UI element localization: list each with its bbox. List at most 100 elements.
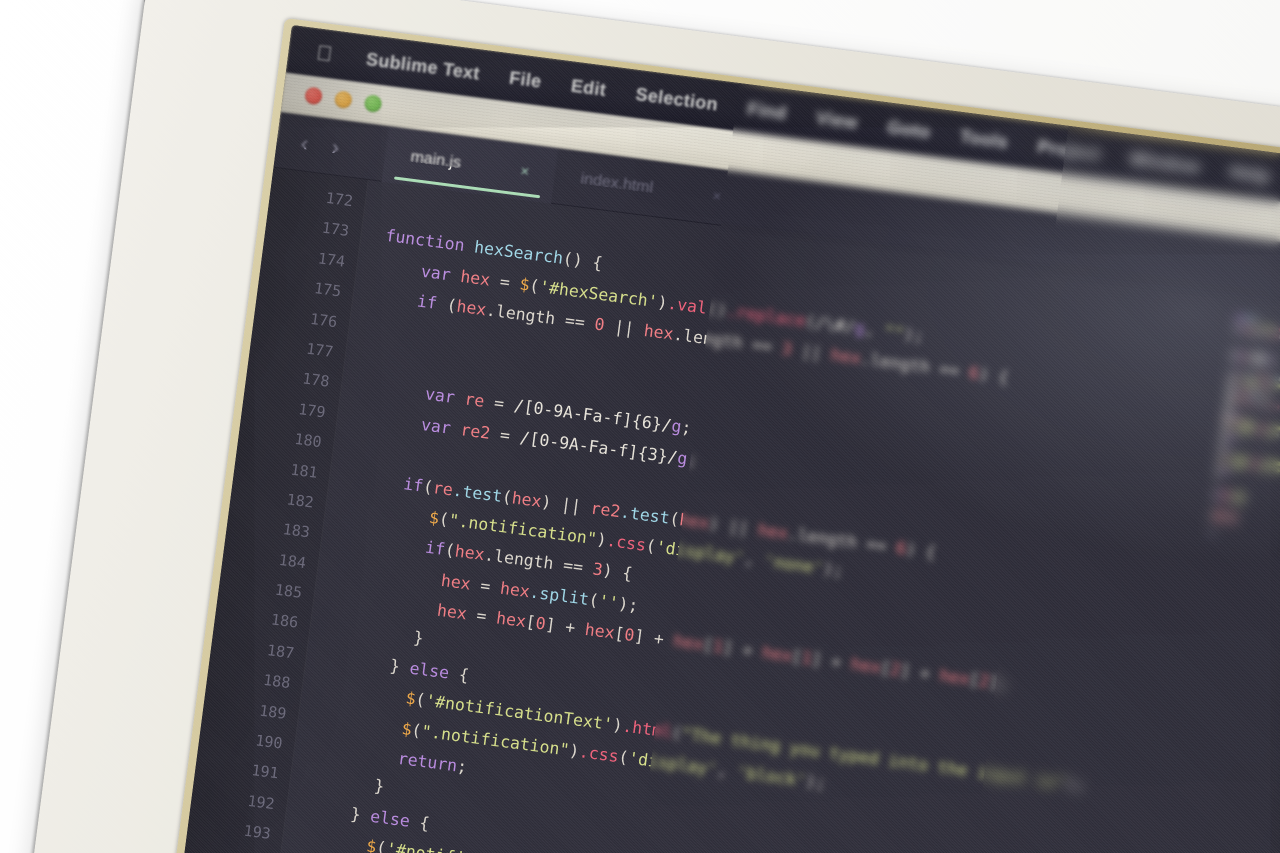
code-token: + (820, 650, 853, 674)
code-token: 'none' (762, 551, 825, 578)
code-token: = (469, 574, 502, 598)
code-token: .val (666, 293, 709, 318)
code-token: .length (786, 523, 859, 552)
code-token: hex (829, 345, 862, 369)
code-token: + (908, 662, 942, 685)
code-token: } (333, 618, 425, 649)
menu-goto[interactable]: Goto (886, 116, 931, 142)
code-token: hex (757, 519, 790, 543)
code-token: ; (680, 417, 693, 439)
code-token: ) { (977, 364, 1010, 388)
code-token: return (396, 748, 459, 776)
code-token: == (741, 333, 784, 358)
code-token: ) { (601, 560, 634, 584)
code-token: + (642, 627, 675, 651)
code-token: () (705, 298, 728, 321)
nav-back-icon[interactable]: ‹ (299, 130, 309, 157)
code-token: { (447, 663, 471, 685)
menu-selection[interactable]: Selection (634, 83, 720, 114)
menu-project[interactable]: Project (1036, 136, 1101, 165)
close-icon[interactable]: × (711, 188, 722, 206)
code-token: .length (672, 324, 744, 353)
code-token: .length (859, 349, 931, 378)
code-token: hex (435, 600, 468, 624)
code-token: .replace (725, 301, 807, 331)
code-token: re2 (459, 419, 492, 443)
code-token: || (603, 315, 646, 340)
code-token: = (488, 270, 521, 294)
menu-help[interactable]: Help (1228, 161, 1271, 187)
code-token: else (369, 806, 412, 831)
menu-find[interactable]: Find (746, 98, 787, 124)
code-token: () { (561, 249, 604, 274)
code-token: hex (453, 541, 486, 565)
code-token: ; (686, 449, 699, 470)
code-token: == (928, 358, 971, 383)
code-token: hex (510, 487, 543, 511)
code-token: ) || (707, 513, 760, 539)
menu-file[interactable]: File (508, 67, 543, 92)
code-token: hex (642, 321, 675, 344)
code-token: hexSearch (473, 237, 565, 269)
code-token: == (855, 532, 898, 557)
code-token: .length (483, 545, 555, 574)
code-token: 'display' (654, 537, 746, 568)
code-token: = (483, 392, 516, 416)
code-content[interactable]: function hexSearch() { var hex = $('#hex… (265, 180, 1280, 853)
code-token: hex (459, 266, 492, 290)
menu-window[interactable]: Window (1129, 148, 1202, 178)
code-token: hex (455, 296, 488, 320)
menu-edit[interactable]: Edit (570, 75, 607, 100)
tab-label: index.html (579, 170, 655, 197)
code-token: var (420, 414, 462, 439)
menu-view[interactable]: View (815, 107, 859, 133)
code-token: "" (883, 321, 906, 344)
code-token: } (313, 768, 386, 797)
code-token: 'display' (627, 748, 719, 779)
code-token: ; (455, 756, 469, 777)
code-token: .css (605, 530, 648, 555)
code-token: .length (484, 300, 557, 329)
code-token: ) || (540, 491, 593, 517)
code-token: + (554, 616, 587, 639)
code-token: .test (619, 501, 671, 528)
code-token: + (731, 639, 764, 662)
code-token: var (419, 261, 462, 286)
code-token: .split (528, 582, 591, 609)
code-token: ) { (904, 539, 937, 562)
code-token: = (465, 604, 498, 628)
code-token: } (310, 798, 372, 826)
code-token: hex (499, 578, 532, 601)
laptop-screen:  Sublime Text File Edit Selection Find … (169, 25, 1280, 853)
code-token: == (552, 554, 595, 579)
menu-sublime-text[interactable]: Sublime Text (365, 48, 481, 84)
code-token: hex (495, 608, 528, 632)
zoom-window-button[interactable] (363, 94, 383, 114)
code-token: } (329, 648, 411, 678)
code-token: hex (849, 654, 882, 678)
code-token: .test (451, 480, 504, 506)
code-token: hex (439, 570, 472, 594)
code-token: ]; (987, 672, 1010, 694)
code-token: else (408, 658, 451, 683)
code-token: function (384, 226, 476, 257)
code-token: hex (678, 509, 711, 533)
tab-label: main.js (409, 147, 463, 172)
code-token: ); (822, 558, 845, 581)
code-token: ); (902, 324, 925, 346)
apple-logo-icon[interactable]:  (315, 41, 334, 66)
close-window-button[interactable] (304, 86, 324, 106)
code-token: = (489, 423, 522, 447)
nav-forward-icon[interactable]: › (330, 134, 340, 161)
close-icon[interactable]: × (519, 163, 530, 181)
menu-tools[interactable]: Tools (959, 126, 1009, 153)
code-token: ( (435, 294, 458, 316)
minimize-window-button[interactable] (333, 90, 353, 110)
